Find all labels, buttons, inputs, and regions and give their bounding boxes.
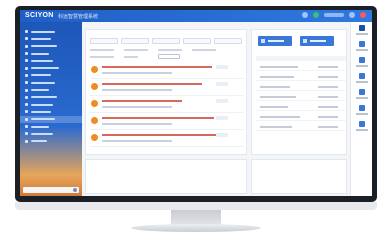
notice-icon bbox=[91, 134, 98, 141]
notice-icon bbox=[91, 66, 98, 73]
notice-item[interactable] bbox=[90, 114, 244, 130]
table-row[interactable] bbox=[256, 63, 348, 71]
list-icon bbox=[358, 89, 365, 96]
top-bar: SCIYON 科远智慧管理系统 bbox=[20, 10, 372, 22]
screen: SCIYON 科远智慧管理系统 bbox=[20, 10, 372, 196]
notice-icon bbox=[91, 117, 98, 124]
right-panel bbox=[251, 29, 348, 155]
folder-icon bbox=[358, 73, 365, 80]
toolbar-item[interactable] bbox=[351, 102, 372, 118]
sidebar-item[interactable] bbox=[20, 94, 82, 101]
sidebar-item[interactable] bbox=[20, 101, 82, 108]
sidebar-item[interactable] bbox=[20, 72, 82, 79]
top-bar-icons bbox=[302, 12, 366, 18]
filter-tab[interactable] bbox=[152, 38, 180, 44]
sidebar bbox=[20, 22, 82, 196]
sidebar-item[interactable] bbox=[20, 137, 82, 144]
sidebar-item[interactable] bbox=[20, 108, 82, 115]
right-toolbar bbox=[350, 22, 372, 196]
sidebar-item[interactable] bbox=[20, 43, 82, 50]
filter-tab[interactable] bbox=[121, 38, 149, 44]
sidebar-item[interactable] bbox=[20, 28, 82, 35]
query-button[interactable] bbox=[158, 54, 180, 59]
home-icon bbox=[358, 25, 365, 32]
user-name[interactable] bbox=[324, 13, 344, 17]
table-row[interactable] bbox=[256, 103, 348, 111]
calendar-icon bbox=[358, 105, 365, 112]
system-title: 科远智慧管理系统 bbox=[58, 14, 99, 20]
filter-tabs bbox=[90, 38, 242, 44]
sidebar-search-input[interactable] bbox=[23, 187, 79, 193]
table-row[interactable] bbox=[256, 93, 348, 101]
action-button[interactable] bbox=[258, 36, 292, 46]
notice-item[interactable] bbox=[90, 63, 244, 79]
sidebar-item[interactable] bbox=[20, 64, 82, 71]
sidebar-item[interactable] bbox=[20, 57, 82, 64]
query-form-row[interactable] bbox=[90, 47, 216, 52]
notice-icon bbox=[91, 100, 98, 107]
notice-item[interactable] bbox=[90, 97, 244, 113]
monitor-stand-base bbox=[131, 224, 261, 232]
chart-icon bbox=[358, 41, 365, 48]
bell-icon[interactable] bbox=[313, 12, 319, 18]
toolbar-item[interactable] bbox=[351, 118, 372, 134]
notice-item[interactable] bbox=[90, 80, 244, 96]
table-row[interactable] bbox=[256, 113, 348, 121]
sidebar-item-active[interactable] bbox=[20, 115, 82, 123]
sidebar-item[interactable] bbox=[20, 123, 82, 130]
table-row[interactable] bbox=[256, 123, 348, 131]
sidebar-item[interactable] bbox=[20, 79, 82, 86]
document-icon bbox=[358, 57, 365, 64]
toolbar-item[interactable] bbox=[351, 86, 372, 102]
notice-panel bbox=[85, 29, 247, 155]
power-icon[interactable] bbox=[360, 12, 366, 18]
bottom-left-panel bbox=[85, 159, 247, 194]
bottom-right-panel bbox=[251, 159, 347, 194]
toolbar-item[interactable] bbox=[351, 70, 372, 86]
sidebar-item[interactable] bbox=[20, 86, 82, 93]
sidebar-item[interactable] bbox=[20, 130, 82, 137]
settings-icon bbox=[358, 121, 365, 128]
sidebar-item[interactable] bbox=[20, 35, 82, 42]
sidebar-item[interactable] bbox=[20, 50, 82, 57]
toolbar-item[interactable] bbox=[351, 22, 372, 38]
app-logo: SCIYON bbox=[25, 12, 54, 19]
filter-tab[interactable] bbox=[214, 38, 242, 44]
toolbar-item[interactable] bbox=[351, 54, 372, 70]
toolbar-item[interactable] bbox=[351, 38, 372, 54]
settings-icon[interactable] bbox=[349, 12, 355, 18]
filter-tab[interactable] bbox=[90, 38, 118, 44]
table-header bbox=[256, 56, 346, 61]
table-row[interactable] bbox=[256, 83, 348, 91]
table-row[interactable] bbox=[256, 73, 348, 81]
filter-tab[interactable] bbox=[183, 38, 211, 44]
search-icon[interactable] bbox=[302, 12, 308, 18]
monitor-chin bbox=[15, 202, 377, 210]
search-icon bbox=[73, 188, 77, 192]
main-content bbox=[82, 22, 350, 196]
action-button[interactable] bbox=[300, 36, 334, 46]
notice-icon bbox=[91, 83, 98, 90]
notice-item[interactable] bbox=[90, 131, 244, 147]
query-form-row[interactable] bbox=[90, 54, 138, 59]
monitor-bezel: SCIYON 科远智慧管理系统 bbox=[15, 6, 377, 202]
